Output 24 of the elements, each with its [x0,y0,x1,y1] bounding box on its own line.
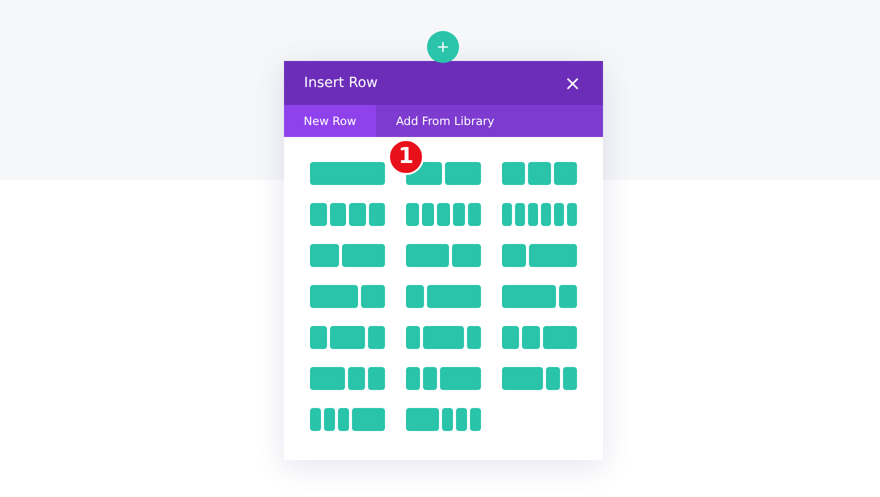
row-layout-option[interactable] [310,244,385,267]
row-layout-option[interactable] [310,408,385,431]
row-layout-option[interactable] [310,367,385,390]
row-layout-option[interactable] [406,244,481,267]
row-layout-option[interactable] [310,203,385,226]
row-layout-option[interactable] [406,367,481,390]
row-layout-option[interactable] [502,367,577,390]
row-layout-option[interactable] [502,244,577,267]
tab[interactable]: New Row [284,105,376,137]
row-layout-option[interactable] [502,162,577,185]
row-layout-option[interactable] [310,285,385,308]
close-button[interactable]: × [562,73,583,93]
row-layout-option[interactable] [502,285,577,308]
row-layout-option[interactable] [406,285,481,308]
step-badge: 1 [388,139,424,175]
row-layout-option[interactable] [406,203,481,226]
row-layout-option[interactable] [406,408,481,431]
row-layout-option[interactable] [406,326,481,349]
row-layout-option[interactable] [406,162,481,185]
dialog-title: Insert Row [304,75,378,91]
row-layout-option[interactable] [310,326,385,349]
tab[interactable]: Add From Library [376,105,514,137]
row-layout-option[interactable] [502,203,577,226]
row-layout-option[interactable] [502,326,577,349]
